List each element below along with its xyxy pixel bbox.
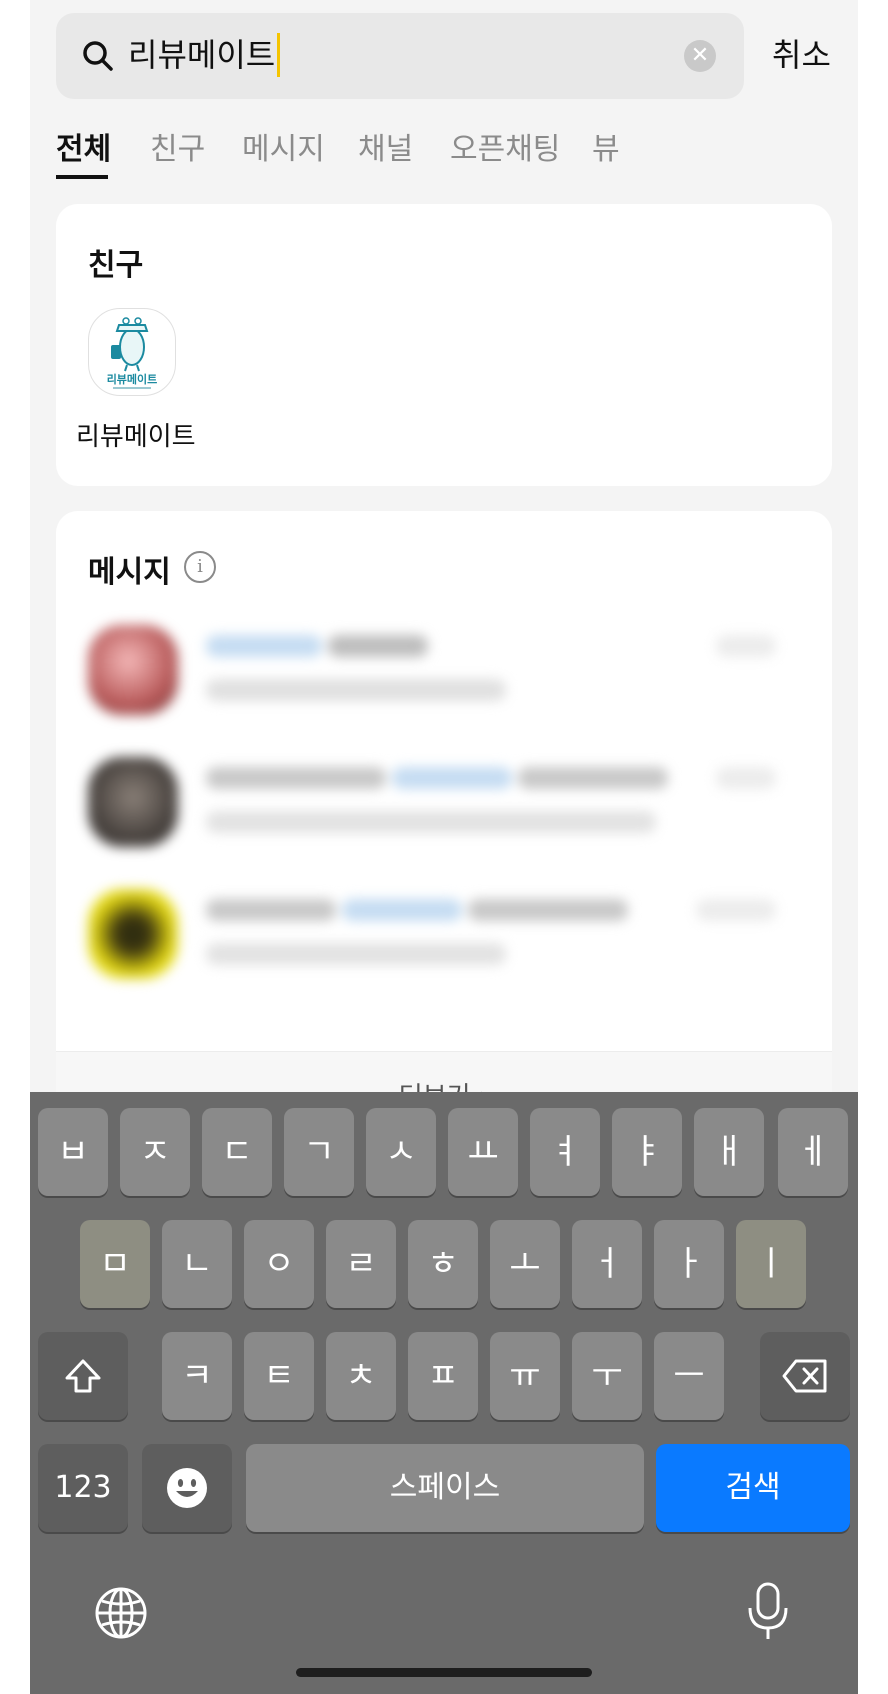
emoji-icon [167, 1468, 207, 1508]
avatar [88, 625, 178, 715]
tab-friends[interactable]: 친구 [150, 128, 205, 172]
avatar [88, 757, 178, 847]
key[interactable]: ㅡ [654, 1332, 724, 1420]
blurred-preview [206, 811, 656, 833]
messages-section: 메시지 i 더보기 › [56, 511, 832, 1152]
search-icon [83, 41, 113, 71]
key[interactable]: ㅈ [120, 1108, 190, 1196]
key[interactable]: ㅇ [244, 1220, 314, 1308]
blurred-title [392, 767, 512, 789]
section-title: 친구 [88, 248, 144, 283]
key[interactable]: ㄹ [326, 1220, 396, 1308]
microphone-icon[interactable] [746, 1582, 790, 1642]
tab-view[interactable]: 뷰 [592, 128, 620, 172]
key[interactable]: ㅅ [366, 1108, 436, 1196]
key[interactable]: ㄷ [202, 1108, 272, 1196]
key[interactable]: ㄴ [162, 1220, 232, 1308]
search-input[interactable]: 리뷰메이트 [128, 31, 275, 79]
emoji-key[interactable] [142, 1444, 232, 1532]
space-key[interactable]: 스페이스 [246, 1444, 644, 1532]
search-key[interactable]: 검색 [656, 1444, 850, 1532]
key[interactable]: ㅕ [530, 1108, 600, 1196]
blurred-title [518, 767, 668, 789]
key[interactable]: ㅑ [612, 1108, 682, 1196]
blurred-title [342, 899, 462, 921]
key[interactable]: ㅛ [448, 1108, 518, 1196]
blurred-preview [206, 943, 506, 965]
key[interactable]: ㅁ [80, 1220, 150, 1308]
key[interactable]: ㅊ [326, 1332, 396, 1420]
tab-messages[interactable]: 메시지 [242, 128, 325, 172]
key[interactable]: ㅠ [490, 1332, 560, 1420]
blurred-title [206, 899, 336, 921]
message-result-row[interactable] [56, 875, 832, 995]
cancel-button[interactable]: 취소 [772, 30, 831, 76]
app-screen: 리뷰메이트 ✕ 취소 전체 친구 메시지 채널 오픈채팅 뷰 친구 리뷰메이트 [30, 0, 858, 1694]
key[interactable]: ㅍ [408, 1332, 478, 1420]
globe-icon[interactable] [94, 1586, 148, 1640]
backspace-key[interactable] [760, 1332, 850, 1420]
blurred-title [206, 767, 386, 789]
tab-all[interactable]: 전체 [56, 128, 111, 172]
blurred-title [328, 635, 428, 657]
key[interactable]: ㅐ [694, 1108, 764, 1196]
blurred-time [716, 767, 776, 789]
message-result-row[interactable] [56, 743, 832, 863]
home-indicator [296, 1668, 592, 1677]
text-caret [277, 33, 280, 77]
blurred-title [468, 899, 628, 921]
friends-section: 친구 리뷰메이트 리뷰메이트 [56, 204, 832, 486]
friend-profile-image[interactable]: 리뷰메이트 [88, 308, 176, 396]
blurred-time [696, 899, 776, 921]
blurred-time [716, 635, 776, 657]
search-bar[interactable]: 리뷰메이트 ✕ [56, 13, 744, 99]
key[interactable]: ㄱ [284, 1108, 354, 1196]
key[interactable]: ㅣ [736, 1220, 806, 1308]
tab-channels[interactable]: 채널 [358, 128, 413, 172]
key[interactable]: ㅏ [654, 1220, 724, 1308]
blurred-preview [206, 679, 506, 701]
info-icon[interactable]: i [184, 551, 216, 583]
numbers-key[interactable]: 123 [38, 1444, 128, 1532]
message-result-row[interactable] [56, 611, 832, 731]
clear-search-icon[interactable]: ✕ [684, 40, 716, 72]
key[interactable]: ㅜ [572, 1332, 642, 1420]
key[interactable]: ㅔ [778, 1108, 848, 1196]
active-tab-indicator [56, 175, 108, 179]
section-title: 메시지 [88, 555, 171, 590]
shift-key[interactable] [38, 1332, 128, 1420]
key[interactable]: ㅋ [162, 1332, 232, 1420]
shift-icon [65, 1359, 101, 1393]
friend-name[interactable]: 리뷰메이트 [76, 416, 196, 453]
key[interactable]: ㅓ [572, 1220, 642, 1308]
key[interactable]: ㅎ [408, 1220, 478, 1308]
tab-openchat[interactable]: 오픈채팅 [450, 128, 560, 172]
friend-logo-text: 리뷰메이트 [107, 372, 158, 386]
key[interactable]: ㅌ [244, 1332, 314, 1420]
backspace-icon [782, 1359, 827, 1393]
korean-keyboard: ㅂ ㅈ ㄷ ㄱ ㅅ ㅛ ㅕ ㅑ ㅐ ㅔ ㅁ ㄴ ㅇ ㄹ ㅎ ㅗ ㅓ ㅏ ㅣ ㅋ … [30, 1092, 858, 1694]
key[interactable]: ㅂ [38, 1108, 108, 1196]
blurred-title [206, 635, 322, 657]
avatar [88, 889, 178, 979]
crocodile-logo-icon: 리뷰메이트 [107, 317, 158, 389]
key[interactable]: ㅗ [490, 1220, 560, 1308]
